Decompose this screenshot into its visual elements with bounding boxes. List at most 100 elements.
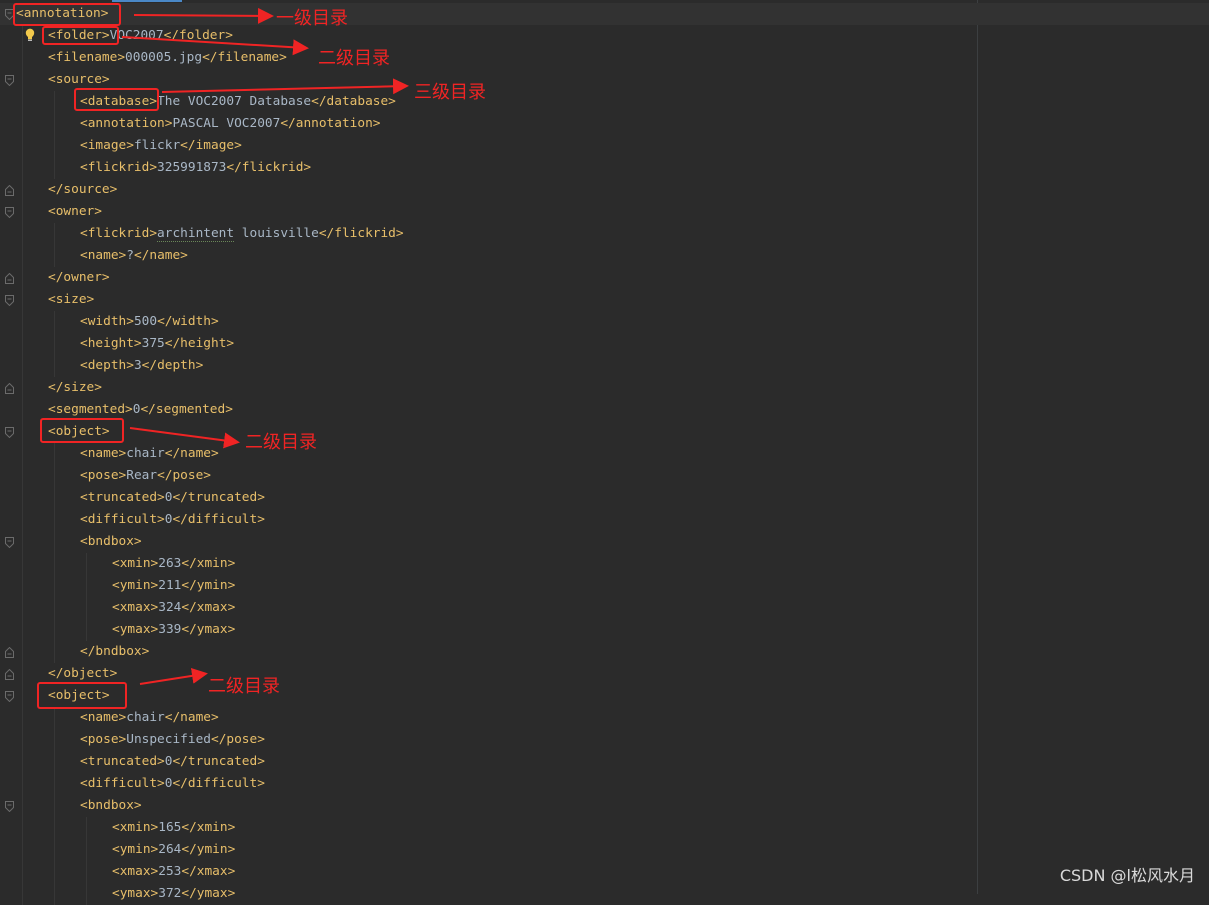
code-line[interactable]: <image>flickr</image> (0, 135, 242, 157)
code-line[interactable]: <width>500</width> (0, 311, 219, 333)
xml-tag: <depth> (80, 358, 134, 373)
xml-tag: <ymax> (112, 622, 159, 637)
code-line[interactable]: <name>chair</name> (0, 707, 219, 729)
xml-tag: <ymin> (112, 578, 159, 593)
fold-close-icon[interactable] (5, 647, 14, 658)
annotation-label-folder: 二级目录 (318, 48, 390, 69)
code-line[interactable]: </bndbox> (0, 641, 149, 663)
code-line[interactable]: <pose>Unspecified</pose> (0, 729, 265, 751)
xml-text: PASCAL VOC2007 (172, 116, 281, 131)
xml-tag: <width> (80, 314, 134, 329)
xml-tag: <difficult> (80, 776, 165, 791)
xml-tag: </object> (48, 666, 118, 681)
xml-tag: </width> (157, 314, 219, 329)
code-line[interactable]: <ymax>372</ymax> (0, 883, 235, 905)
code-line[interactable]: <bndbox> (0, 531, 142, 553)
xml-tag: </pose> (157, 468, 211, 483)
code-line[interactable]: <name>?</name> (0, 245, 188, 267)
xml-tag: <size> (48, 292, 95, 307)
xml-tag: <xmax> (112, 600, 159, 615)
xml-tag: </pose> (210, 732, 265, 747)
code-line[interactable]: <flickrid>325991873</flickrid> (0, 157, 311, 179)
code-line[interactable]: <size> (0, 289, 94, 311)
fold-close-icon[interactable] (5, 185, 14, 196)
code-line[interactable]: <xmin>263</xmin> (0, 553, 235, 575)
xml-tag: </annotation> (280, 116, 381, 131)
fold-open-icon[interactable] (5, 75, 14, 86)
xml-tag: </source> (48, 182, 118, 197)
xml-text: chair (126, 710, 165, 725)
xml-tag: </xmax> (181, 600, 236, 615)
code-line[interactable]: <height>375</height> (0, 333, 234, 355)
xml-tag: <annotation> (80, 116, 173, 131)
xml-text: 325991873 (157, 160, 227, 175)
xml-tag: <xmin> (112, 820, 159, 835)
xml-tag: </truncated> (172, 490, 265, 505)
code-line[interactable]: <annotation>PASCAL VOC2007</annotation> (0, 113, 381, 135)
code-line[interactable]: <bndbox> (0, 795, 142, 817)
xml-tag: </flickrid> (226, 160, 312, 175)
xml-tag: </height> (164, 336, 235, 351)
code-line[interactable]: </owner> (0, 267, 110, 289)
fold-open-icon[interactable] (5, 537, 14, 548)
code-line[interactable]: <xmax>253</xmax> (0, 861, 235, 883)
xml-tag: <name> (80, 710, 127, 725)
code-line[interactable]: <ymin>264</ymin> (0, 839, 235, 861)
annotation-label-database: 三级目录 (414, 82, 486, 103)
xml-tag: </filename> (202, 50, 287, 65)
code-line[interactable]: <owner> (0, 201, 102, 223)
fold-open-icon[interactable] (5, 295, 14, 306)
code-line[interactable]: <name>chair</name> (0, 443, 219, 465)
fold-close-icon[interactable] (5, 273, 14, 284)
code-line[interactable]: <difficult>0</difficult> (0, 773, 265, 795)
xml-tag: </database> (311, 94, 396, 109)
code-line[interactable]: <database>The VOC2007 Database</database… (0, 91, 396, 113)
code-line[interactable]: <truncated>0</truncated> (0, 487, 265, 509)
code-line[interactable]: <xmin>165</xmin> (0, 817, 235, 839)
code-line[interactable]: <ymax>339</ymax> (0, 619, 235, 641)
code-line[interactable]: <difficult>0</difficult> (0, 509, 265, 531)
code-line[interactable]: <depth>3</depth> (0, 355, 203, 377)
lightbulb-icon[interactable] (24, 27, 36, 41)
xml-tag: </difficult> (172, 776, 265, 791)
code-line[interactable]: <xmax>324</xmax> (0, 597, 235, 619)
xml-tag: <xmax> (112, 864, 159, 879)
fold-open-icon[interactable] (5, 691, 14, 702)
code-line[interactable]: </source> (0, 179, 117, 201)
code-line[interactable]: </size> (0, 377, 102, 399)
xml-text: 264 (158, 842, 182, 857)
fold-open-icon[interactable] (5, 801, 14, 812)
watermark: CSDN @l松风水月 (1059, 866, 1195, 885)
annotation-label-object-2: 二级目录 (208, 676, 280, 697)
annotation-label-object-1: 二级目录 (245, 432, 317, 453)
code-line[interactable]: <annotation> (0, 3, 1209, 25)
annotation-box-folder (42, 26, 119, 45)
code-line[interactable]: <truncated>0</truncated> (0, 751, 265, 773)
xml-text: Rear (126, 468, 158, 483)
code-line[interactable]: <flickrid>archintent louisville</flickri… (0, 223, 404, 245)
xml-tag: <flickrid> (80, 160, 158, 175)
xml-text: 211 (158, 578, 182, 593)
xml-text: 000005.jpg (125, 50, 203, 65)
xml-tag: </truncated> (172, 754, 265, 769)
fold-close-icon[interactable] (5, 383, 14, 394)
xml-tag: <pose> (80, 468, 127, 483)
code-line[interactable]: <filename>000005.jpg</filename> (0, 47, 287, 69)
xml-tag: <pose> (80, 732, 127, 747)
fold-open-icon[interactable] (5, 207, 14, 218)
code-line[interactable]: <ymin>211</ymin> (0, 575, 235, 597)
code-line[interactable]: <pose>Rear</pose> (0, 465, 211, 487)
fold-open-icon[interactable] (5, 427, 14, 438)
xml-tag: </name> (164, 710, 219, 725)
xml-editor[interactable]: <annotation> <folder>VOC2007</folder> <fil… (0, 0, 1209, 905)
xml-tag: <truncated> (80, 754, 165, 769)
xml-tag: <bndbox> (80, 798, 142, 813)
xml-tag: <flickrid> (80, 226, 158, 241)
xml-tag: </bndbox> (80, 644, 150, 659)
xml-tag: </name> (133, 248, 188, 263)
xml-tag: <filename> (48, 50, 126, 65)
fold-close-icon[interactable] (5, 669, 14, 680)
xml-tag: </ymin> (181, 578, 236, 593)
xml-text: 375 (141, 336, 165, 351)
editor-tab-indicator (112, 0, 182, 2)
